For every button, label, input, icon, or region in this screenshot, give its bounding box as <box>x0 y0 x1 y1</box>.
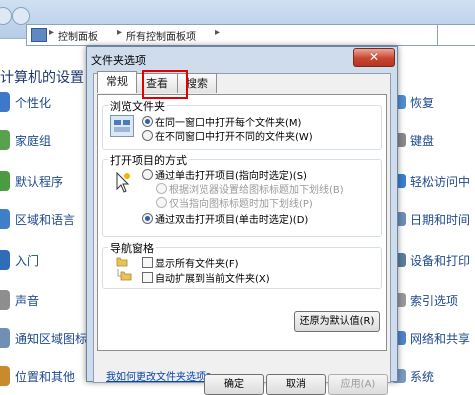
folder-options-dialog: 文件夹选项 ✕ 常规 查看 搜索 浏览文件夹 在同一窗口中打开每个文件夹(M) … <box>86 46 398 395</box>
page-title: 计算机的设置 <box>0 70 84 86</box>
list-item[interactable]: 索引选项 <box>410 292 458 309</box>
radio-label: 在同一窗口中打开每个文件夹(M) <box>155 118 302 129</box>
list-item[interactable]: 位置和其他 <box>15 368 75 385</box>
list-item[interactable]: 区域和语言 <box>15 211 75 228</box>
radio-label: 根据浏览器设置给图标标题加下划线(B) <box>169 185 344 196</box>
chevron-right-icon: ▸ <box>117 27 123 38</box>
list-item[interactable]: 键盘 <box>410 132 434 149</box>
apply-button[interactable]: 应用(A) <box>328 374 388 395</box>
list-item[interactable]: 声音 <box>15 292 39 309</box>
breadcrumb-item[interactable]: 所有控制面板项 <box>126 28 196 43</box>
default-programs-icon <box>0 171 10 191</box>
underline-hover-radio[interactable] <box>156 197 167 208</box>
personalize-icon <box>0 92 10 112</box>
getting-started-icon <box>0 250 10 270</box>
homegroup-icon <box>0 130 10 150</box>
radio-label: 通过双击打开项目(单击时选定)(D) <box>155 215 309 226</box>
double-click-radio[interactable] <box>142 213 153 224</box>
tab-highlight-box <box>142 70 188 99</box>
radio-label: 在不同窗口中打开不同的文件夹(W) <box>155 132 313 143</box>
list-item[interactable]: 恢复 <box>410 94 434 111</box>
tab-page-general: 浏览文件夹 在同一窗口中打开每个文件夹(M) 在不同窗口中打开不同的文件夹(W)… <box>97 94 387 351</box>
auto-expand-checkbox[interactable] <box>142 272 153 283</box>
chevron-right-icon: ▸ <box>49 27 55 38</box>
list-item[interactable]: 家庭组 <box>15 132 51 149</box>
help-link[interactable]: 我如何更改文件夹选项? <box>106 368 211 383</box>
back-icon[interactable] <box>0 7 12 25</box>
group-label: 打开项目的方式 <box>108 152 189 168</box>
list-item[interactable]: 个性化 <box>15 94 51 111</box>
list-item[interactable]: 通知区域图标 <box>15 330 87 347</box>
search-input[interactable] <box>437 24 475 46</box>
checkbox-label: 显示所有文件夹(F) <box>155 259 239 270</box>
cancel-button[interactable]: 取消 <box>266 374 326 395</box>
underline-browser-radio[interactable] <box>156 183 167 194</box>
dialog-body: 常规 查看 搜索 浏览文件夹 在同一窗口中打开每个文件夹(M) 在不同窗口中打开… <box>93 70 391 383</box>
address-bar[interactable]: ▸ 控制面板 ▸ 所有控制面板项 ▸ <box>26 24 473 46</box>
sound-icon <box>0 290 10 310</box>
restore-defaults-button[interactable]: 还原为默认值(R) <box>294 311 380 332</box>
same-window-radio[interactable] <box>142 116 153 127</box>
breadcrumb-item[interactable]: 控制面板 <box>58 28 98 43</box>
list-item[interactable]: 设备和打印 <box>410 252 470 269</box>
different-window-radio[interactable] <box>142 130 153 141</box>
show-all-folders-checkbox[interactable] <box>142 257 153 268</box>
notification-area-icon <box>0 328 10 348</box>
tab-general[interactable]: 常规 <box>97 71 137 93</box>
list-item[interactable]: 网络和共享 <box>410 330 470 347</box>
radio-label: 通过单击打开项目(指向时选定)(S) <box>155 171 307 182</box>
region-language-icon <box>0 209 10 229</box>
browse-folders-icon <box>110 115 134 137</box>
dialog-title: 文件夹选项 <box>91 54 146 67</box>
location-icon <box>0 366 10 386</box>
forward-icon[interactable] <box>12 7 30 25</box>
list-item[interactable]: 轻松访问中 <box>410 173 470 190</box>
list-item[interactable]: 系统 <box>410 368 434 385</box>
single-click-radio[interactable] <box>142 169 153 180</box>
control-panel-icon <box>31 28 47 42</box>
checkbox-label: 自动扩展到当前文件夹(X) <box>155 274 270 285</box>
group-label: 浏览文件夹 <box>108 98 167 114</box>
cursor-icon <box>112 171 132 195</box>
folder-tree-icon <box>116 255 132 283</box>
list-item[interactable]: 日期和时间 <box>410 211 470 228</box>
radio-label: 仅当指向图标标题时加下划线(P) <box>169 199 313 210</box>
group-label: 导航窗格 <box>108 240 156 256</box>
chevron-right-icon: ▸ <box>215 27 221 38</box>
list-item[interactable]: 入门 <box>15 252 39 269</box>
ok-button[interactable]: 确定 <box>204 374 264 395</box>
list-item[interactable]: 默认程序 <box>15 173 63 190</box>
close-button[interactable]: ✕ <box>353 48 395 67</box>
